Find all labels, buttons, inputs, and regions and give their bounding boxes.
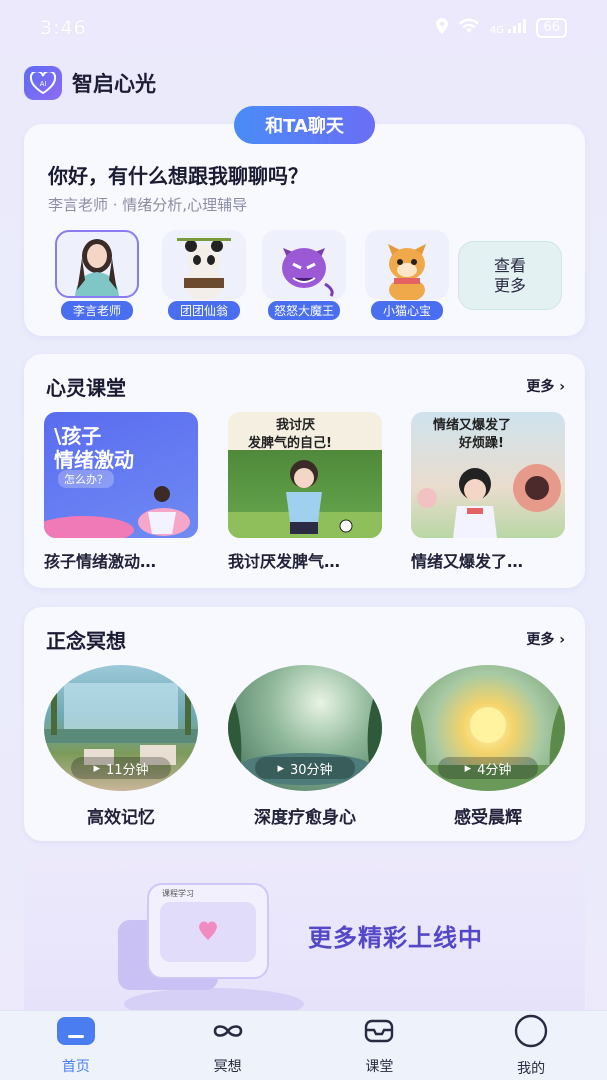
tab-profile[interactable]: 我的: [491, 1014, 571, 1078]
course-thumbnail: 情绪又爆发了 好烦躁!: [411, 412, 565, 538]
tab-home[interactable]: 首页: [36, 1016, 116, 1076]
chevron-right-icon: ›: [559, 379, 565, 395]
course-card[interactable]: 情绪又爆发了 好烦躁! 情绪又爆发了…: [411, 412, 565, 572]
tab-profile-label: 我的: [517, 1060, 546, 1077]
chat-tab-button[interactable]: 和TA聊天: [234, 106, 375, 144]
chevron-right-icon: ›: [559, 632, 565, 648]
promo-banner: 课程学习 更多精彩上线中: [24, 860, 585, 1020]
meditation-card[interactable]: ▸ 30分钟 深度疗愈身心: [228, 665, 382, 828]
course-title: 我讨厌发脾气…: [228, 552, 341, 571]
profile-icon: [511, 1014, 551, 1052]
meditation-more-label: 更多: [526, 632, 555, 648]
courses-more-link[interactable]: 更多 ›: [526, 376, 565, 396]
meditation-card[interactable]: ▸ 11分钟 高效记忆: [44, 665, 198, 828]
course-thumbnail: 我讨厌 发脾气的自己!: [228, 412, 382, 538]
course-card[interactable]: \孩子 情绪激动 怎么办？ 孩子情绪激动…: [44, 412, 198, 572]
courses-more-label: 更多: [526, 379, 555, 395]
battery-indicator: 66: [536, 18, 567, 38]
view-more-line1: 查看: [493, 255, 526, 275]
bottom-tab-bar: 首页 冥想 课堂 我的: [0, 1010, 607, 1080]
tab-meditation-label: 冥想: [213, 1058, 242, 1075]
home-icon: [56, 1016, 96, 1050]
meditation-thumbnail: ▸ 4分钟: [411, 665, 565, 791]
play-icon: ▸: [464, 760, 472, 776]
character-label: 李言老师: [61, 301, 133, 320]
status-icons: 4G 66: [435, 18, 567, 38]
meditation-more-link[interactable]: 更多 ›: [526, 629, 565, 649]
status-time: 3:46: [40, 17, 87, 39]
inbox-icon: [363, 1016, 395, 1050]
meditation-duration: ▸ 11分钟: [71, 757, 171, 779]
character-li-yan[interactable]: 李言老师: [55, 230, 139, 320]
duration-text: 11分钟: [105, 762, 149, 778]
location-icon: [435, 18, 448, 38]
meditation-duration: ▸ 4分钟: [438, 757, 538, 779]
character-avatar: [162, 230, 246, 300]
tab-classroom[interactable]: 课堂: [339, 1016, 419, 1076]
duration-text: 4分钟: [477, 762, 512, 778]
promo-text: 更多精彩上线中: [308, 924, 483, 952]
app-header: AI 智启心光: [24, 66, 156, 100]
character-avatar: [365, 230, 449, 300]
signal-icon: 4G: [490, 19, 527, 37]
meditation-title: 正念冥想: [46, 629, 126, 653]
app-title: 智启心光: [72, 72, 156, 96]
view-more-characters-button[interactable]: 查看 更多: [458, 241, 562, 310]
app-logo: AI: [24, 66, 62, 100]
view-more-line2: 更多: [493, 275, 526, 295]
play-icon: ▸: [277, 760, 284, 776]
character-label: 团团仙翁: [168, 301, 240, 320]
course-thumbnail: \孩子 情绪激动 怎么办？: [44, 412, 198, 538]
course-card[interactable]: 我讨厌 发脾气的自己! 我讨厌发脾气…: [228, 412, 382, 572]
course-thumb-line1: 情绪又爆发了: [433, 418, 512, 433]
status-bar: 3:46 4G 66: [0, 0, 607, 56]
device-label: 课程学习: [162, 888, 194, 898]
meditation-title-label: 感受晨辉: [454, 808, 522, 828]
character-tuantuan[interactable]: 团团仙翁: [162, 230, 246, 320]
network-type: 4G: [489, 25, 504, 36]
courses-section: 心灵课堂 更多 › \孩子 情绪激动 怎么办？ 孩子情绪激动… 我讨厌 发脾气的…: [24, 354, 585, 588]
character-nunu[interactable]: 怒怒大魔王: [262, 230, 346, 320]
chat-subtitle: 李言老师 · 情绪分析,心理辅导: [48, 196, 248, 214]
meditation-thumbnail: ▸ 11分钟: [44, 665, 198, 791]
meditation-title-label: 高效记忆: [87, 808, 155, 828]
courses-title: 心灵课堂: [46, 376, 126, 400]
course-title: 孩子情绪激动…: [44, 552, 157, 571]
duration-text: 30分钟: [289, 762, 333, 778]
meditation-title-label: 深度疗愈身心: [254, 808, 356, 828]
meditation-duration: ▸ 30分钟: [255, 757, 355, 779]
meditation-card[interactable]: ▸ 4分钟 感受晨辉: [411, 665, 565, 828]
wifi-icon: [458, 18, 480, 38]
tab-home-label: 首页: [61, 1058, 90, 1075]
tab-classroom-label: 课堂: [365, 1058, 394, 1075]
character-xiaomao[interactable]: 小猫心宝: [365, 230, 449, 320]
character-avatar: [55, 230, 139, 298]
course-title: 情绪又爆发了…: [411, 552, 524, 571]
character-avatar: [262, 230, 346, 300]
course-thumb-line1: 我讨厌: [276, 418, 316, 433]
character-label: 小猫心宝: [371, 301, 443, 320]
meditation-thumbnail: ▸ 30分钟: [228, 665, 382, 791]
play-icon: ▸: [93, 760, 100, 776]
character-label: 怒怒大魔王: [268, 301, 340, 320]
chat-question: 你好，有什么想跟我聊聊吗？: [48, 164, 308, 188]
svg-text:AI: AI: [40, 81, 47, 88]
infinity-icon: [211, 1016, 245, 1050]
course-thumb-line2: 情绪激动: [54, 448, 134, 472]
meditation-section: 正念冥想 更多 › ▸ 11分钟 高效记忆 ▸ 30分钟 深度疗愈身心 ▸ 4分…: [24, 607, 585, 841]
tab-meditation[interactable]: 冥想: [188, 1016, 268, 1076]
course-thumb-line2: 发脾气的自己!: [248, 436, 332, 451]
